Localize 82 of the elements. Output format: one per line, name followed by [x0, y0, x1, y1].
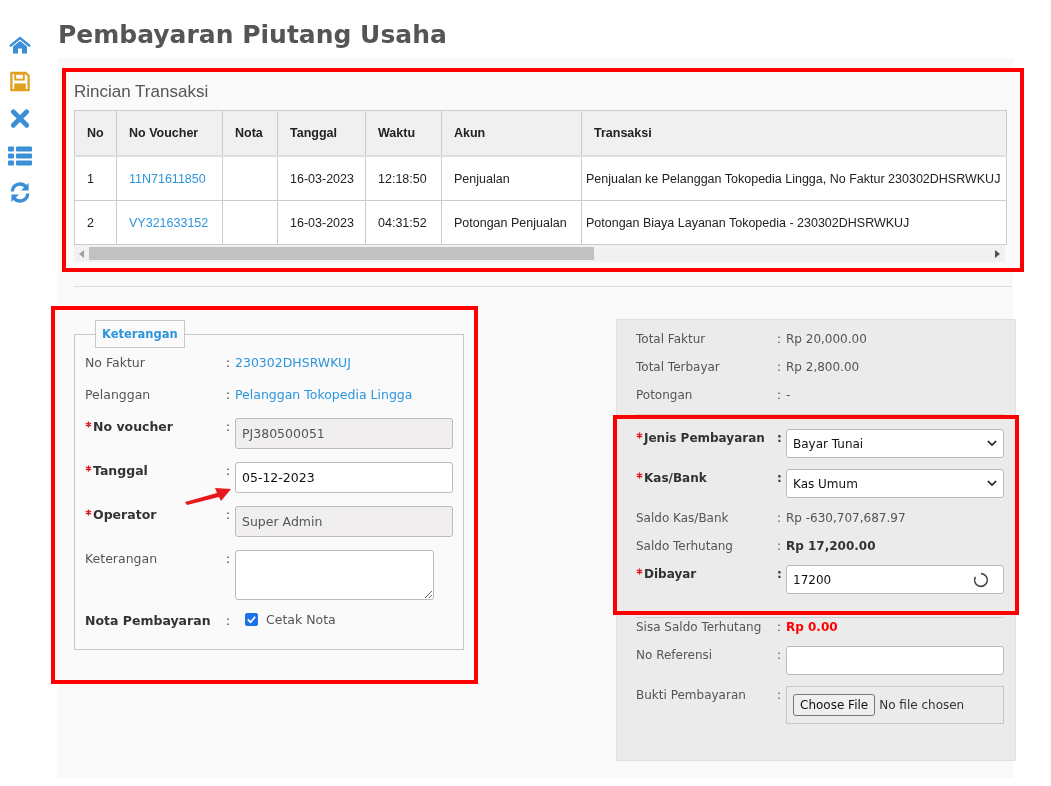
field-label: Dibayar	[644, 566, 698, 583]
file-status: No file chosen	[879, 698, 965, 712]
input-field[interactable]: 17200	[786, 565, 1004, 594]
field-label: Total Faktur	[636, 331, 707, 348]
field-value: Rp -630,707,687.97	[786, 510, 906, 527]
input-field[interactable]: 05-12-2023	[235, 462, 453, 493]
table-cell: 04:31:52	[365, 200, 442, 245]
field-label: Saldo Kas/Bank	[636, 510, 730, 527]
colon: :	[777, 359, 783, 376]
table-cell: 2	[74, 200, 117, 245]
colon: :	[777, 687, 783, 704]
table-cell: 16-03-2023	[277, 200, 366, 245]
refresh-icon[interactable]	[8, 181, 32, 204]
colon: :	[226, 355, 232, 372]
table-cell: Penjualan	[441, 156, 582, 201]
page-title: Pembayaran Piutang Usaha	[58, 20, 448, 50]
field-label: Total Terbayar	[636, 359, 721, 376]
table-cell: Potongan Biaya Layanan Tokopedia - 230302DHSRWKUJ	[581, 200, 1007, 245]
text-area[interactable]	[235, 550, 434, 600]
column-header: Waktu	[365, 110, 442, 156]
column-header: No Voucher	[116, 110, 223, 156]
colon: :	[777, 510, 783, 527]
colon: :	[777, 470, 783, 487]
field-label: Kas/Bank	[644, 470, 708, 487]
input-field[interactable]	[786, 646, 1004, 675]
column-header: Transaksi	[581, 110, 1007, 156]
table-cell: 12:18:50	[365, 156, 442, 201]
field-label: Sisa Saldo Terhutang	[636, 619, 763, 636]
table-cell: Potongan Penjualan	[441, 200, 582, 245]
field-value: Rp 17,200.00	[786, 538, 876, 555]
chevron-icon	[987, 440, 997, 447]
field-label: Nota Pembayaran	[85, 612, 212, 630]
table-cell: Penjualan ke Pelanggan Tokopedia Lingga, No Faktur 230302DHSRWKUJ	[581, 156, 1007, 201]
field-value: -	[786, 387, 791, 404]
card-title: Rincian Transaksi	[74, 82, 210, 102]
select-dropdown[interactable]: Bayar Tunai	[786, 429, 1004, 458]
field-value: Rp 2,800.00	[786, 359, 860, 376]
colon: :	[777, 430, 783, 447]
field-label: Keterangan	[85, 550, 159, 568]
colon: :	[777, 331, 783, 348]
field-label: Operator	[93, 506, 158, 524]
checkbox-label: Cetak Nota	[266, 612, 336, 627]
field-label: Jenis Pembayaran	[644, 430, 766, 447]
table-cell: 16-03-2023	[277, 156, 366, 201]
colon: :	[777, 619, 783, 636]
colon: :	[226, 387, 232, 404]
column-header: No	[74, 110, 117, 156]
field-value: Rp 0.00	[786, 619, 838, 636]
column-header: Nota	[222, 110, 278, 156]
colon: :	[226, 613, 232, 630]
colon: :	[777, 566, 783, 583]
colon: :	[777, 538, 783, 555]
field-label: Saldo Terhutang	[636, 538, 734, 555]
save-icon[interactable]	[8, 70, 32, 93]
field-value: Rp 20,000.00	[786, 331, 867, 348]
fieldset-legend: Keterangan	[95, 320, 185, 348]
column-header: Akun	[441, 110, 582, 156]
colon: :	[226, 551, 232, 568]
colon: :	[777, 647, 783, 664]
colon: :	[226, 463, 232, 480]
table-cell: 1	[74, 156, 117, 201]
checkbox[interactable]	[245, 613, 258, 626]
column-header: Tanggal	[277, 110, 366, 156]
field-label: No Faktur	[85, 354, 146, 372]
scroll-left-icon[interactable]	[79, 249, 84, 258]
close-icon[interactable]	[8, 107, 32, 130]
field-label: No voucher	[93, 418, 174, 436]
field-label: Potongan	[636, 387, 694, 404]
chevron-icon	[987, 480, 997, 487]
colon: :	[226, 507, 232, 524]
field-label: Bukti Pembayaran	[636, 687, 747, 704]
list-icon[interactable]	[8, 144, 32, 167]
colon: :	[777, 387, 783, 404]
colon: :	[226, 419, 232, 436]
field-label: Pelanggan	[85, 386, 152, 404]
file-field[interactable]: Choose File No file chosen	[786, 686, 1004, 724]
field-label: Tanggal	[93, 462, 149, 480]
select-dropdown[interactable]: Kas Umum	[786, 469, 1004, 498]
scrollbar-thumb[interactable]	[89, 247, 594, 260]
field-label: No Referensi	[636, 647, 714, 664]
choose-file-button[interactable]: Choose File	[793, 694, 876, 716]
scroll-right-icon[interactable]	[995, 249, 1000, 258]
